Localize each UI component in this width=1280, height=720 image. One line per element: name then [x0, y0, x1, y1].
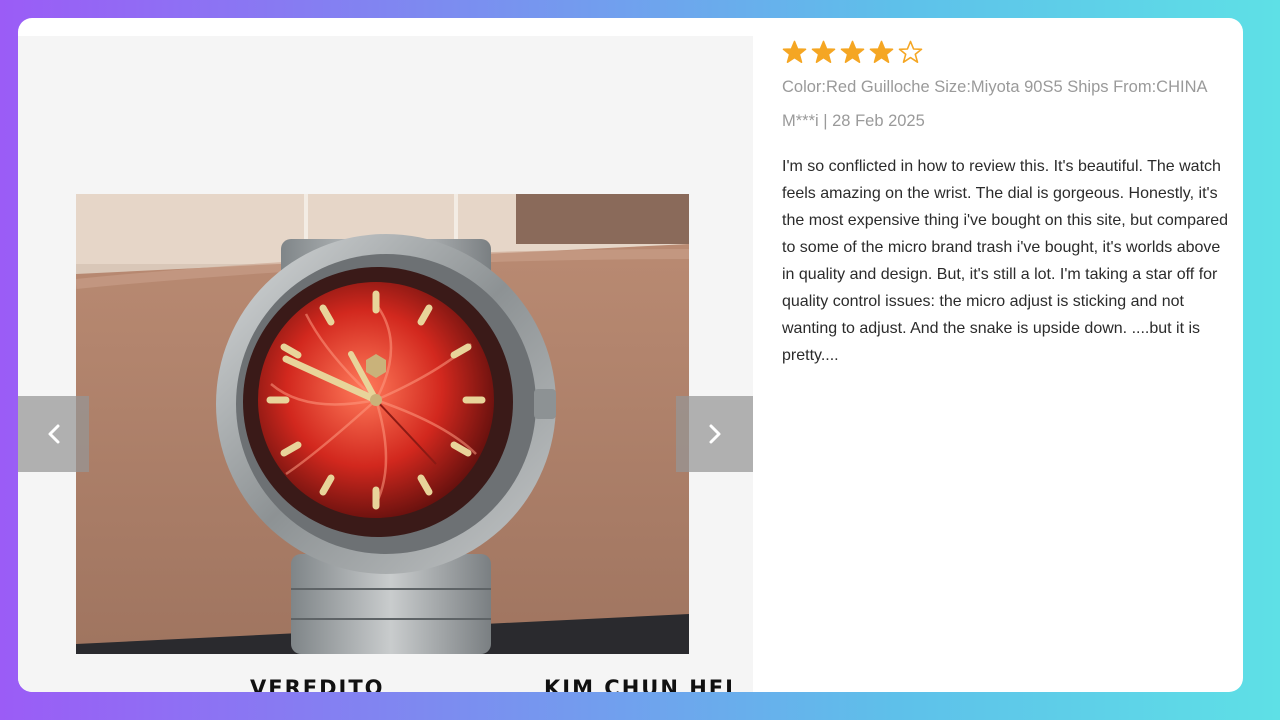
review-text: I'm so conflicted in how to review this.… [782, 158, 1228, 364]
star-rating [782, 38, 1237, 66]
caption-right: KIM CHUN HEI [544, 676, 735, 692]
product-variant-info: Color:Red Guilloche Size:Miyota 90S5 Shi… [782, 78, 1208, 96]
star-empty-icon [898, 40, 923, 63]
review-card: VEREDITO KIM CHUN HEI Color:Red Guilloch… [18, 18, 1243, 692]
watch-on-wrist-image [76, 194, 689, 654]
review-details: Color:Red Guilloche Size:Miyota 90S5 Shi… [782, 38, 1237, 369]
image-gallery: VEREDITO KIM CHUN HEI [18, 36, 753, 692]
previous-image-button[interactable] [18, 396, 89, 472]
caption-left: VEREDITO [250, 676, 385, 692]
star-filled-icon [840, 40, 865, 63]
chevron-right-icon [709, 424, 720, 444]
star-filled-icon [869, 40, 894, 63]
reviewer-and-date: M***i | 28 Feb 2025 [782, 112, 925, 130]
chevron-left-icon [48, 424, 59, 444]
review-photo[interactable] [76, 194, 689, 654]
star-filled-icon [811, 40, 836, 63]
star-filled-icon [782, 40, 807, 63]
next-image-button[interactable] [676, 396, 753, 472]
